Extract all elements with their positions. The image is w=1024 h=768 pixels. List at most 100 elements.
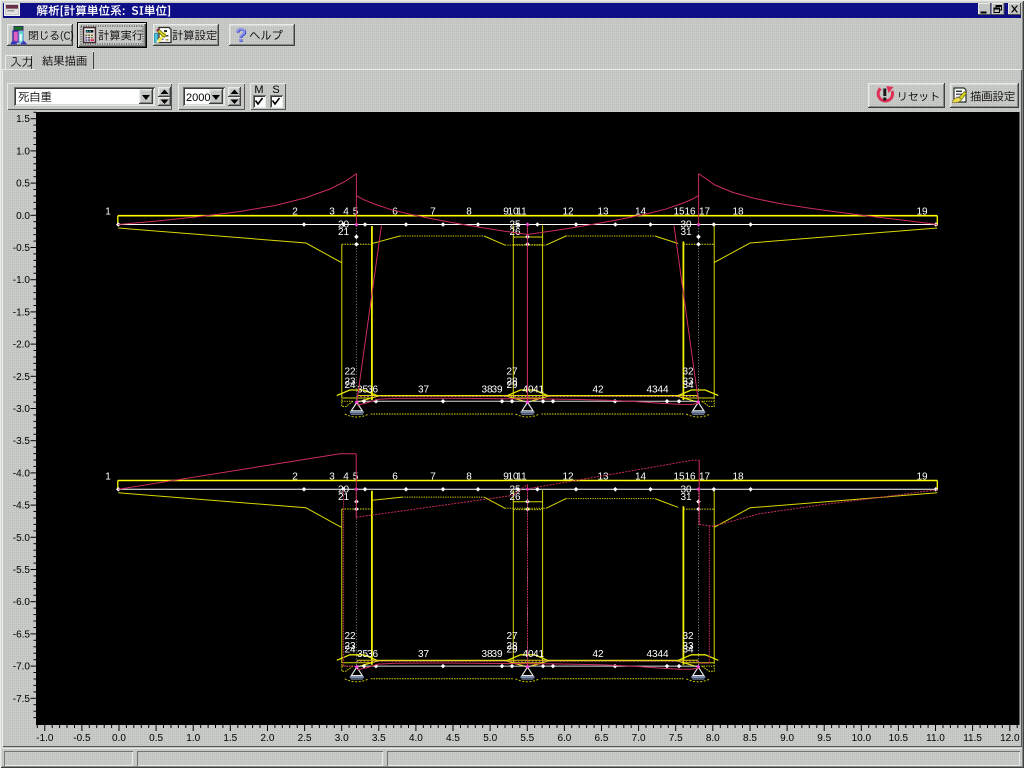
svg-text:2: 2 xyxy=(292,471,298,482)
svg-text:-0.5: -0.5 xyxy=(13,243,31,254)
svg-text:37: 37 xyxy=(418,649,430,660)
svg-text:-4.5: -4.5 xyxy=(13,501,31,512)
svg-text:-3.5: -3.5 xyxy=(13,436,31,447)
svg-text:18: 18 xyxy=(732,207,744,218)
svg-text:14: 14 xyxy=(635,471,647,482)
svg-text:?: ? xyxy=(235,25,247,46)
svg-text:1.0: 1.0 xyxy=(16,146,30,157)
svg-text:42: 42 xyxy=(592,649,604,660)
svg-text:0.0: 0.0 xyxy=(16,211,30,222)
svg-text:-1.0: -1.0 xyxy=(13,275,31,286)
svg-text:7: 7 xyxy=(430,207,436,218)
svg-text:-7.0: -7.0 xyxy=(13,662,31,673)
svg-text:3.5: 3.5 xyxy=(372,733,386,744)
svg-text:15: 15 xyxy=(673,471,685,482)
svg-text:17: 17 xyxy=(699,207,711,218)
svg-text:36: 36 xyxy=(367,649,379,660)
svg-text:44: 44 xyxy=(657,649,669,660)
svg-text:13: 13 xyxy=(597,207,609,218)
svg-text:37: 37 xyxy=(418,384,430,395)
svg-text:2.5: 2.5 xyxy=(298,733,312,744)
svg-text:29: 29 xyxy=(506,645,518,656)
svg-text:4: 4 xyxy=(343,471,349,482)
svg-text:5.5: 5.5 xyxy=(520,733,534,744)
svg-text:21: 21 xyxy=(338,227,350,238)
svg-text:41: 41 xyxy=(533,384,545,395)
svg-text:34: 34 xyxy=(682,380,694,391)
svg-text:16: 16 xyxy=(684,471,696,482)
svg-text:5.0: 5.0 xyxy=(483,733,497,744)
svg-text:10.5: 10.5 xyxy=(889,733,909,744)
svg-text:24: 24 xyxy=(344,380,356,391)
svg-text:8.5: 8.5 xyxy=(743,733,757,744)
svg-text:S: S xyxy=(272,84,279,96)
svg-text:11: 11 xyxy=(516,471,527,482)
svg-text:1: 1 xyxy=(105,207,111,218)
svg-text:19: 19 xyxy=(916,207,928,218)
svg-text:5: 5 xyxy=(353,207,359,218)
svg-text:39: 39 xyxy=(491,649,503,660)
svg-text:0.5: 0.5 xyxy=(16,179,30,190)
svg-text:18: 18 xyxy=(732,471,744,482)
svg-text:3: 3 xyxy=(329,471,335,482)
svg-text:9.0: 9.0 xyxy=(780,733,794,744)
svg-text:-6.0: -6.0 xyxy=(13,597,31,608)
svg-text:15: 15 xyxy=(673,207,685,218)
svg-text:-1.0: -1.0 xyxy=(36,733,54,744)
svg-text:11.5: 11.5 xyxy=(963,733,982,744)
svg-text:34: 34 xyxy=(682,645,694,656)
svg-text:-6.5: -6.5 xyxy=(13,629,31,640)
svg-text:-3.0: -3.0 xyxy=(13,404,31,415)
svg-text:9.5: 9.5 xyxy=(817,733,831,744)
svg-text:11.0: 11.0 xyxy=(926,733,945,744)
svg-text:M: M xyxy=(254,84,263,96)
svg-text:4.5: 4.5 xyxy=(446,733,460,744)
svg-text:6: 6 xyxy=(392,471,398,482)
svg-text:43: 43 xyxy=(646,384,658,395)
svg-text:-5.0: -5.0 xyxy=(13,533,31,544)
svg-text:8: 8 xyxy=(466,471,472,482)
svg-text:-4.0: -4.0 xyxy=(13,468,31,479)
svg-text:4: 4 xyxy=(343,207,349,218)
svg-text:7.0: 7.0 xyxy=(632,733,646,744)
svg-text:36: 36 xyxy=(367,384,379,395)
svg-text:42: 42 xyxy=(592,384,604,395)
svg-text:44: 44 xyxy=(657,384,669,395)
svg-text:0.0: 0.0 xyxy=(112,733,126,744)
svg-text:1.0: 1.0 xyxy=(186,733,200,744)
svg-text:8.0: 8.0 xyxy=(706,733,720,744)
svg-text:1.5: 1.5 xyxy=(16,114,30,125)
svg-text:-1.5: -1.5 xyxy=(13,307,31,318)
svg-text:3: 3 xyxy=(329,207,335,218)
svg-text:11: 11 xyxy=(516,207,527,218)
svg-text:6.5: 6.5 xyxy=(595,733,609,744)
svg-text:24: 24 xyxy=(344,645,356,656)
svg-text:39: 39 xyxy=(491,384,503,395)
svg-text:-2.0: -2.0 xyxy=(13,340,31,351)
svg-text:7: 7 xyxy=(430,471,436,482)
svg-text:7.5: 7.5 xyxy=(669,733,683,744)
svg-text:19: 19 xyxy=(916,471,928,482)
svg-text:17: 17 xyxy=(699,471,711,482)
svg-text:31: 31 xyxy=(680,227,692,238)
svg-text:12.0: 12.0 xyxy=(1000,733,1020,744)
svg-text:-0.5: -0.5 xyxy=(73,733,91,744)
svg-text:4.0: 4.0 xyxy=(409,733,423,744)
svg-text:-7.5: -7.5 xyxy=(13,694,31,705)
svg-text:1: 1 xyxy=(105,471,111,482)
svg-text:31: 31 xyxy=(680,492,692,503)
svg-text:6: 6 xyxy=(392,207,398,218)
svg-text:0.5: 0.5 xyxy=(149,733,163,744)
svg-text:10.0: 10.0 xyxy=(852,733,872,744)
svg-text:13: 13 xyxy=(597,471,609,482)
svg-text:43: 43 xyxy=(646,649,658,660)
svg-text:-2.5: -2.5 xyxy=(13,372,31,383)
svg-text:2.0: 2.0 xyxy=(261,733,275,744)
svg-text:1.5: 1.5 xyxy=(223,733,237,744)
svg-text:2: 2 xyxy=(292,207,298,218)
svg-text:41: 41 xyxy=(533,649,545,660)
svg-text:-5.5: -5.5 xyxy=(13,565,31,576)
svg-text:29: 29 xyxy=(506,380,518,391)
svg-text:16: 16 xyxy=(684,207,696,218)
svg-text:3.0: 3.0 xyxy=(335,733,349,744)
